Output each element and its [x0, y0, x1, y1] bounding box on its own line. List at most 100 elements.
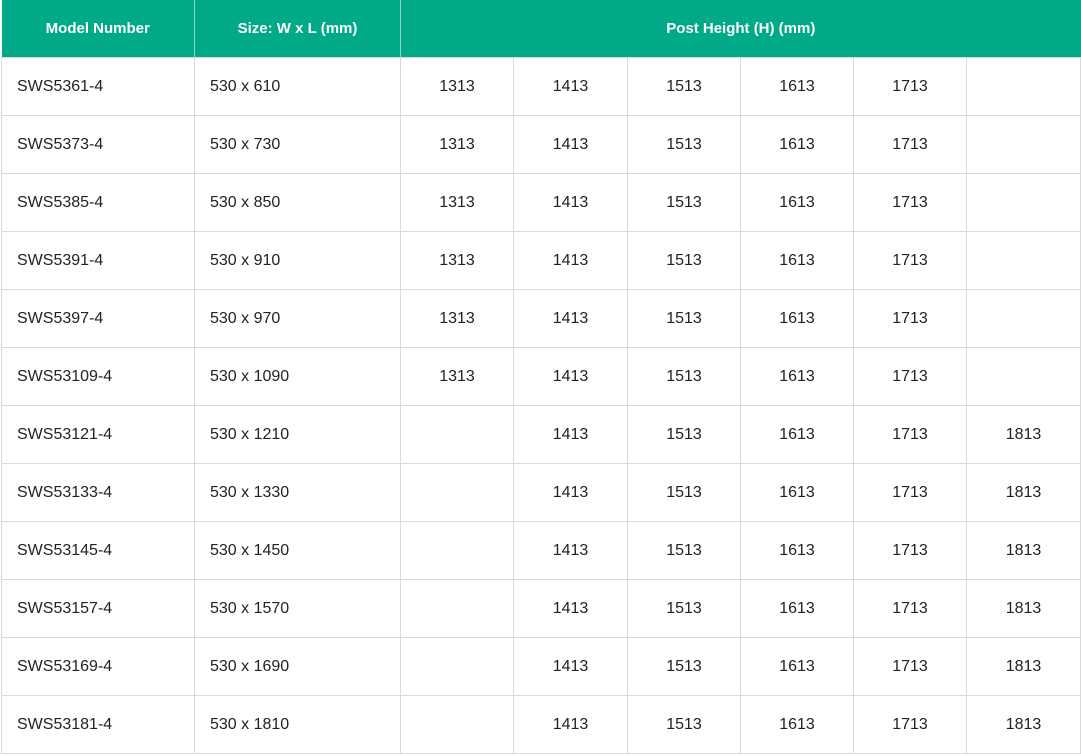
- table-header: Model Number Size: W x L (mm) Post Heigh…: [1, 0, 1081, 58]
- post-height-cell: 1613: [740, 463, 854, 522]
- model-number-cell: SWS53133-4: [1, 463, 195, 522]
- post-height-spec-table: Model Number Size: W x L (mm) Post Heigh…: [1, 0, 1081, 754]
- post-height-cell: [965, 57, 1081, 116]
- post-height-cell: 1613: [740, 405, 854, 464]
- post-height-cell: 1313: [400, 347, 514, 406]
- model-number-cell: SWS53109-4: [1, 347, 195, 406]
- model-number-cell: SWS5385-4: [1, 173, 195, 232]
- size-cell: 530 x 1690: [194, 637, 401, 696]
- post-height-cell: 1313: [400, 57, 514, 116]
- post-height-cell: 1413: [513, 115, 628, 174]
- size-cell: 530 x 1450: [194, 521, 401, 580]
- table-row: SWS53181-4 530 x 1810 1413 1513 1613 1713 1813: [1, 695, 1081, 754]
- post-height-cell: 1713: [853, 695, 967, 754]
- post-height-cell: 1813: [965, 463, 1081, 522]
- post-height-cell: 1713: [853, 173, 967, 232]
- table-row: SWS53145-4 530 x 1450 1413 1513 1613 1713 1813: [1, 521, 1081, 580]
- table-row: SWS53109-4 530 x 1090 1313 1413 1513 1613 1713: [1, 347, 1081, 406]
- header-size: Size: W x L (mm): [194, 0, 401, 58]
- post-height-cell: 1713: [853, 463, 967, 522]
- post-height-cell: 1513: [627, 231, 741, 290]
- size-cell: 530 x 1330: [194, 463, 401, 522]
- post-height-cell: 1713: [853, 521, 967, 580]
- size-cell: 530 x 1570: [194, 579, 401, 638]
- post-height-cell: 1313: [400, 115, 514, 174]
- post-height-cell: 1713: [853, 347, 967, 406]
- post-height-cell: 1813: [965, 405, 1081, 464]
- post-height-cell: [965, 173, 1081, 232]
- post-height-cell: 1813: [965, 579, 1081, 638]
- post-height-cell: [400, 463, 514, 522]
- post-height-cell: 1613: [740, 347, 854, 406]
- post-height-cell: 1513: [627, 347, 741, 406]
- post-height-cell: 1413: [513, 637, 628, 696]
- post-height-cell: 1413: [513, 57, 628, 116]
- model-number-cell: SWS53181-4: [1, 695, 195, 754]
- post-height-cell: 1813: [965, 695, 1081, 754]
- post-height-cell: [965, 347, 1081, 406]
- post-height-cell: 1513: [627, 173, 741, 232]
- header-model-number: Model Number: [1, 0, 195, 58]
- post-height-cell: 1513: [627, 637, 741, 696]
- model-number-cell: SWS53157-4: [1, 579, 195, 638]
- post-height-cell: [965, 115, 1081, 174]
- post-height-cell: [400, 695, 514, 754]
- table-row: SWS53121-4 530 x 1210 1413 1513 1613 1713 1813: [1, 405, 1081, 464]
- size-cell: 530 x 1210: [194, 405, 401, 464]
- post-height-cell: 1513: [627, 463, 741, 522]
- post-height-cell: 1713: [853, 579, 967, 638]
- post-height-cell: 1413: [513, 463, 628, 522]
- post-height-cell: 1413: [513, 173, 628, 232]
- size-cell: 530 x 730: [194, 115, 401, 174]
- table-row: SWS5397-4 530 x 970 1313 1413 1513 1613 1713: [1, 289, 1081, 348]
- post-height-cell: 1713: [853, 405, 967, 464]
- post-height-cell: 1713: [853, 231, 967, 290]
- model-number-cell: SWS53121-4: [1, 405, 195, 464]
- post-height-cell: 1613: [740, 173, 854, 232]
- post-height-cell: 1713: [853, 637, 967, 696]
- post-height-cell: [965, 289, 1081, 348]
- post-height-cell: [400, 521, 514, 580]
- table-row: SWS53169-4 530 x 1690 1413 1513 1613 1713 1813: [1, 637, 1081, 696]
- post-height-cell: 1613: [740, 637, 854, 696]
- post-height-cell: 1313: [400, 173, 514, 232]
- post-height-cell: [400, 405, 514, 464]
- post-height-cell: 1813: [965, 521, 1081, 580]
- post-height-cell: 1613: [740, 57, 854, 116]
- post-height-cell: 1513: [627, 695, 741, 754]
- post-height-cell: 1513: [627, 405, 741, 464]
- size-cell: 530 x 1810: [194, 695, 401, 754]
- post-height-cell: 1713: [853, 57, 967, 116]
- post-height-cell: [965, 231, 1081, 290]
- post-height-cell: 1513: [627, 521, 741, 580]
- post-height-cell: 1413: [513, 695, 628, 754]
- model-number-cell: SWS53145-4: [1, 521, 195, 580]
- post-height-cell: [400, 579, 514, 638]
- post-height-cell: 1313: [400, 231, 514, 290]
- post-height-cell: 1613: [740, 289, 854, 348]
- size-cell: 530 x 910: [194, 231, 401, 290]
- table-body: SWS5361-4 530 x 610 1313 1413 1513 1613 1713 SW…: [1, 57, 1081, 754]
- post-height-cell: 1513: [627, 579, 741, 638]
- model-number-cell: SWS5397-4: [1, 289, 195, 348]
- post-height-cell: 1813: [965, 637, 1081, 696]
- post-height-cell: 1613: [740, 695, 854, 754]
- model-number-cell: SWS5391-4: [1, 231, 195, 290]
- header-row: Model Number Size: W x L (mm) Post Heigh…: [1, 0, 1081, 58]
- size-cell: 530 x 850: [194, 173, 401, 232]
- post-height-cell: [400, 637, 514, 696]
- post-height-cell: 1413: [513, 289, 628, 348]
- table-row: SWS5385-4 530 x 850 1313 1413 1513 1613 1713: [1, 173, 1081, 232]
- model-number-cell: SWS5361-4: [1, 57, 195, 116]
- post-height-cell: 1513: [627, 115, 741, 174]
- post-height-cell: 1713: [853, 115, 967, 174]
- post-height-cell: 1613: [740, 579, 854, 638]
- post-height-cell: 1513: [627, 57, 741, 116]
- post-height-cell: 1413: [513, 521, 628, 580]
- size-cell: 530 x 970: [194, 289, 401, 348]
- post-height-cell: 1613: [740, 521, 854, 580]
- post-height-cell: 1413: [513, 347, 628, 406]
- header-post-height: Post Height (H) (mm): [399, 0, 1081, 58]
- table-row: SWS5361-4 530 x 610 1313 1413 1513 1613 1713: [1, 57, 1081, 116]
- post-height-cell: 1613: [740, 231, 854, 290]
